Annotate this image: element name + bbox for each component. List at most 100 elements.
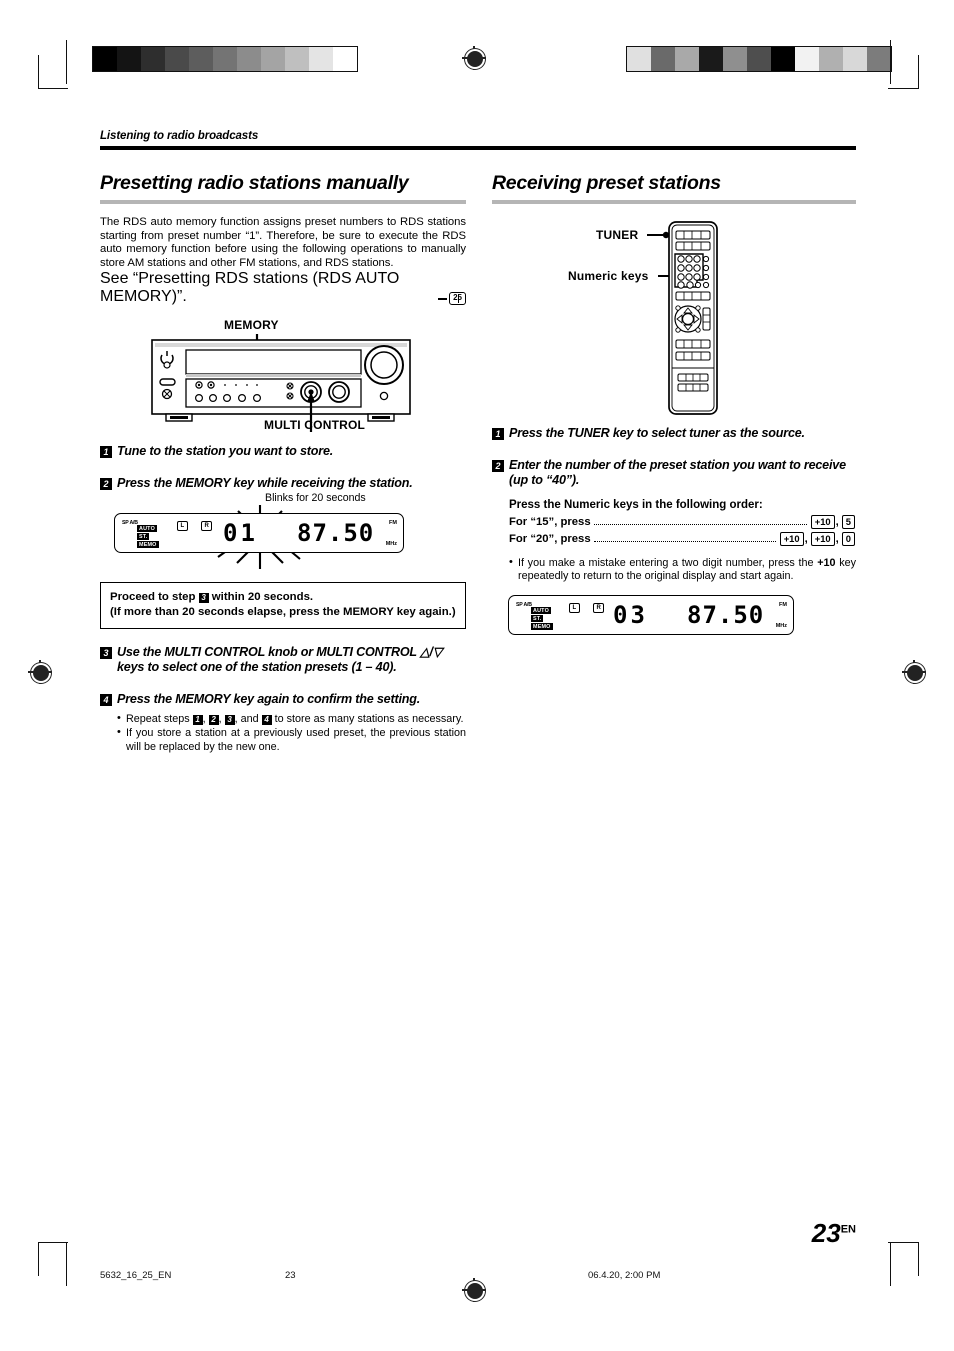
numeric-entry-block: Press the Numeric keys in the following … xyxy=(509,499,856,584)
inline-step-4: 4 xyxy=(261,715,272,726)
key-plus10-second[interactable]: +10 xyxy=(810,531,835,546)
note-line-1-after: within 20 seconds. xyxy=(208,591,314,604)
right-step-1: 1 Press the TUNER key to select tuner as… xyxy=(492,426,856,442)
crop-mark-corner-br xyxy=(918,1242,919,1276)
step-number: 3 xyxy=(100,646,112,659)
calibration-swatch-2 xyxy=(141,47,165,71)
calibration-swatch-3 xyxy=(165,47,189,71)
key-row-label: For “15”, press xyxy=(509,515,591,528)
left-intro-paragraph: The RDS auto memory function assigns pre… xyxy=(100,216,466,269)
key-plus10[interactable]: +10 xyxy=(810,514,835,529)
list-item: If you make a mistake entering a two dig… xyxy=(509,556,856,584)
calibration-swatch-0 xyxy=(93,47,117,71)
receiver-illustration: MEMORY MULTI CONTROL xyxy=(100,318,466,433)
footer-page: 23 xyxy=(285,1270,296,1281)
calibration-swatch-8 xyxy=(819,47,843,71)
lcd-display-right: SP A/B AUTO ST. MEMO L R 03 87.50 FM MHz xyxy=(508,595,794,636)
crop-mark-corner-tl xyxy=(38,55,39,89)
auto-indicator: AUTO xyxy=(531,607,551,615)
header-rule xyxy=(100,146,856,150)
bullet-text-before: If you make a mistake entering a two dig… xyxy=(518,556,818,569)
frequency-segment: 87.50 xyxy=(297,519,375,548)
calibration-swatch-7 xyxy=(261,47,285,71)
calibration-swatch-7 xyxy=(795,47,819,71)
bullet-key-bold: +10 xyxy=(817,556,836,569)
calibration-swatch-3 xyxy=(699,47,723,71)
band-indicator: FM xyxy=(389,520,397,527)
left-step-2: 2 Press the MEMORY key while receiving t… xyxy=(100,476,466,492)
page-reference-icon: 25 xyxy=(438,292,466,306)
right-column: Receiving preset stations TUNER Numeric … xyxy=(492,172,856,755)
folio-suffix: EN xyxy=(840,1223,856,1236)
step-text: Press the TUNER key to select tuner as t… xyxy=(509,426,805,440)
key-plus10-first[interactable]: +10 xyxy=(779,531,804,546)
speaker-indicator: SP A/B xyxy=(122,520,138,527)
frequency-unit: MHz xyxy=(385,541,397,548)
calibration-swatch-10 xyxy=(333,47,357,71)
key-0[interactable]: 0 xyxy=(841,531,855,546)
crop-mark-corner-bl xyxy=(38,1242,39,1276)
right-section-title: Receiving preset stations xyxy=(492,172,721,194)
two-column-layout: Presetting radio stations manually The R… xyxy=(100,172,856,755)
arrow-icon xyxy=(438,297,448,300)
footer-filename: 5632_16_25_EN xyxy=(100,1270,172,1281)
left-see-line: See “Presetting RDS stations (RDS AUTO M… xyxy=(100,270,466,306)
key-sequence-row-20: For “20”, press +10, +10, 0 xyxy=(509,531,856,546)
bullet-text-after: to store as many stations as necessary. xyxy=(271,713,464,726)
numeric-instruction: Press the Numeric keys in the following … xyxy=(509,498,763,511)
left-channel-indicator: L xyxy=(569,603,580,614)
step-number: 1 xyxy=(100,446,112,459)
calibration-bar-right xyxy=(626,46,892,72)
auto-indicator: AUTO xyxy=(137,525,157,533)
dot-leader xyxy=(593,516,807,525)
calibration-swatch-2 xyxy=(675,47,699,71)
step-text: Press the MEMORY key while receiving the… xyxy=(117,475,413,490)
lcd-display-left: SP A/B AUTO ST. MEMO L R 01 87.50 FM MHz xyxy=(114,513,404,554)
calibration-swatch-6 xyxy=(237,47,261,71)
left-step-4: 4 Press the MEMORY key again to confirm … xyxy=(100,692,466,708)
inline-step-3: 3 xyxy=(224,715,235,726)
note-line-2: (If more than 20 seconds elapse, press t… xyxy=(110,605,456,618)
step-number: 4 xyxy=(100,693,112,706)
step-number: 1 xyxy=(492,428,504,440)
timing-note-box: Proceed to step 3 within 20 seconds. (If… xyxy=(100,582,466,629)
left-channel-indicator: L xyxy=(177,521,188,532)
calibration-swatch-9 xyxy=(843,47,867,71)
crop-mark-top-right-v xyxy=(890,40,891,84)
bullet-text-before: Repeat steps xyxy=(126,713,193,726)
left-title-rule xyxy=(100,200,466,204)
memo-indicator: MEMO xyxy=(137,541,159,549)
running-head: Listening to radio broadcasts xyxy=(100,130,259,142)
key-5[interactable]: 5 xyxy=(841,514,855,529)
registration-mark-right xyxy=(902,660,926,684)
see-reference-text: See “Presetting RDS stations (RDS AUTO M… xyxy=(100,270,400,306)
step-text: Enter the number of the preset station y… xyxy=(509,457,846,488)
right-bullet-list: If you make a mistake entering a two dig… xyxy=(509,556,856,584)
left-bullet-list: Repeat steps 1, 2, 3, and 4 to store as … xyxy=(117,712,466,754)
crop-mark-bottom-right-v xyxy=(890,1242,891,1286)
calibration-swatch-5 xyxy=(747,47,771,71)
list-item: If you store a station at a previously u… xyxy=(117,726,466,754)
memory-callout-label: MEMORY xyxy=(224,318,279,333)
left-column: Presetting radio stations manually The R… xyxy=(100,172,466,755)
crop-mark-corner-tl2 xyxy=(38,55,39,56)
step-text: Use the MULTI CONTROL knob or MULTI CONT… xyxy=(117,644,443,675)
multi-control-callout-label: MULTI CONTROL xyxy=(264,418,366,433)
footer-timestamp: 06.4.20, 2:00 PM xyxy=(588,1270,661,1281)
left-lcd-block: Blinks for 20 seconds SP A/B AUTO ST. ME… xyxy=(100,491,466,571)
key-sequence-row-15: For “15”, press +10, 5 xyxy=(509,514,856,529)
inline-step-2: 2 xyxy=(208,715,219,726)
calibration-swatch-9 xyxy=(309,47,333,71)
remote-control-illustration: TUNER Numeric keys xyxy=(492,216,856,416)
registration-mark-left xyxy=(28,660,52,684)
calibration-swatch-1 xyxy=(651,47,675,71)
registration-mark-bottom xyxy=(462,1278,486,1302)
memo-indicator: MEMO xyxy=(531,623,553,631)
page-number: 23EN xyxy=(812,1218,856,1249)
step-text: Tune to the station you want to store. xyxy=(117,444,334,459)
crop-mark-bottom-left-v xyxy=(66,1242,67,1286)
frequency-segment: 87.50 xyxy=(687,601,765,630)
right-channel-indicator: R xyxy=(593,603,605,614)
crop-mark-bottom-left-h xyxy=(38,1242,68,1243)
remote-art xyxy=(647,221,718,415)
